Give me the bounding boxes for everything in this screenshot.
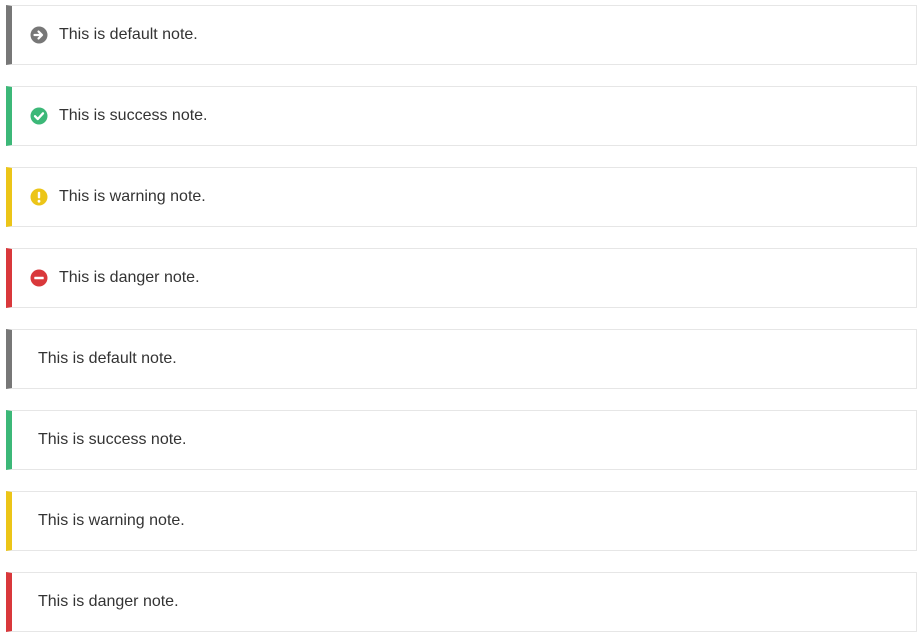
note-text: This is warning note. [38,512,185,529]
note-danger: This is danger note. [6,572,917,632]
note-text: This is success note. [59,107,208,124]
note-warning: This is warning note. [6,491,917,551]
note-success: This is success note. [6,410,917,470]
exclamation-circle-icon [30,188,48,206]
note-text: This is danger note. [59,269,200,286]
note-default: This is default note. [6,329,917,389]
note-default-with-icon: This is default note. [6,5,917,65]
note-text: This is success note. [38,431,187,448]
note-text: This is default note. [59,26,198,43]
note-text: This is default note. [38,350,177,367]
note-text: This is danger note. [38,593,179,610]
notes-list: This is default note. This is success no… [0,0,923,638]
check-circle-icon [30,107,48,125]
minus-circle-icon [30,269,48,287]
arrow-circle-right-icon [30,26,48,44]
note-warning-with-icon: This is warning note. [6,167,917,227]
note-text: This is warning note. [59,188,206,205]
note-danger-with-icon: This is danger note. [6,248,917,308]
note-success-with-icon: This is success note. [6,86,917,146]
